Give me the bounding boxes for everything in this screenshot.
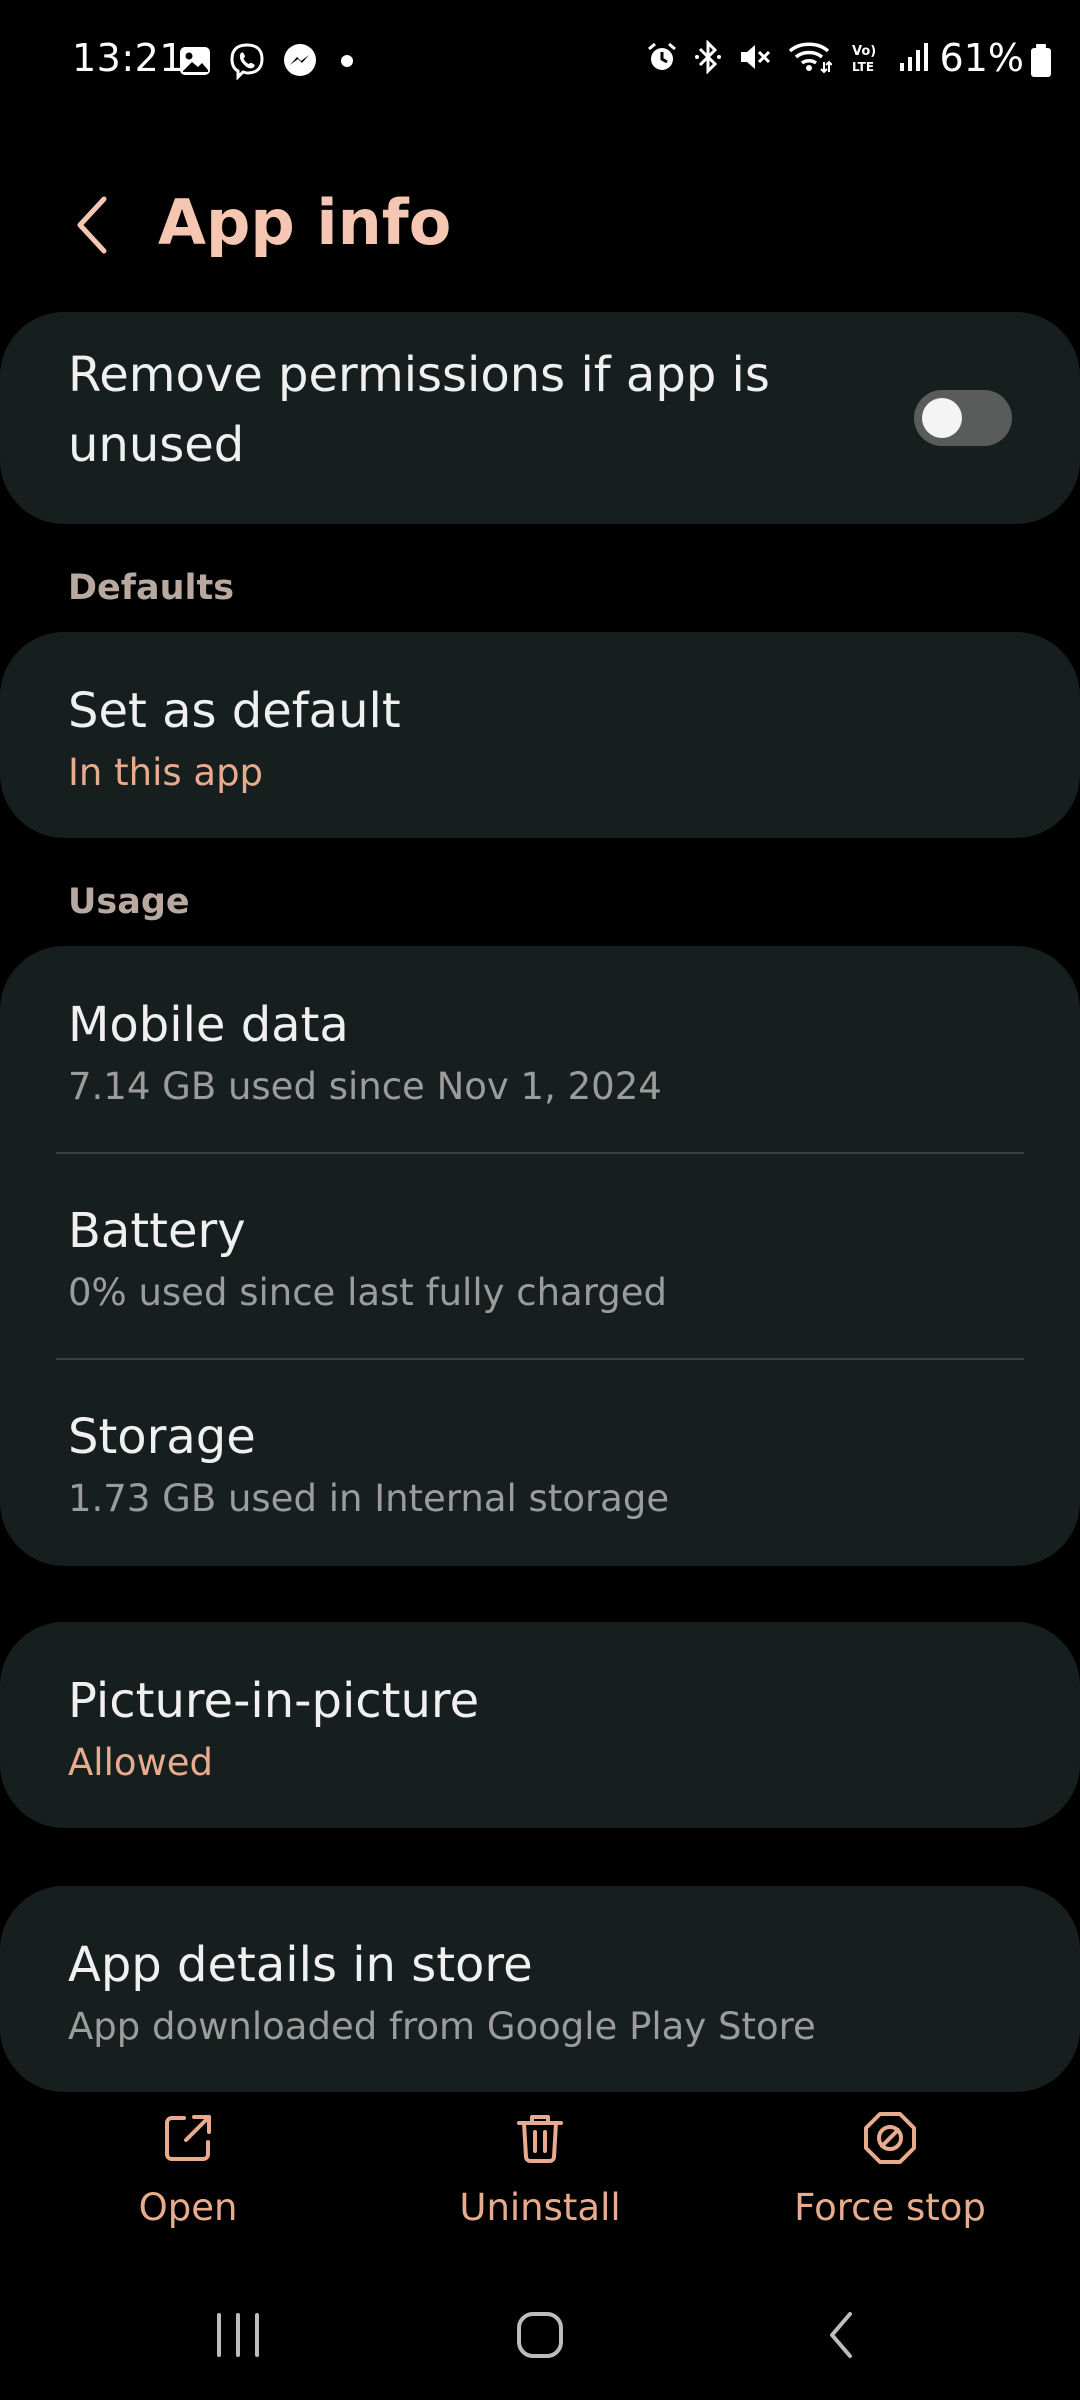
uninstall-button[interactable]: Uninstall xyxy=(410,2110,670,2229)
recent-apps-icon xyxy=(217,2313,259,2357)
picture-in-picture-card[interactable]: Picture-in-picture Allowed xyxy=(0,1622,1080,1828)
usage-item-subtitle: 1.73 GB used in Internal storage xyxy=(68,1477,670,1520)
usage-item-battery[interactable]: Battery 0% used since last fully charged xyxy=(68,1196,1012,1320)
store-title: App details in store xyxy=(68,1937,533,1993)
back-button[interactable] xyxy=(64,190,120,260)
remove-permissions-label: Remove permissions if app is unused xyxy=(68,347,770,473)
recent-apps-button[interactable] xyxy=(178,2300,298,2370)
usage-item-storage[interactable]: Storage 1.73 GB used in Internal storage xyxy=(68,1402,1012,1526)
usage-card: Mobile data 7.14 GB used since Nov 1, 20… xyxy=(0,946,1080,1566)
usage-item-title: Mobile data xyxy=(68,997,349,1053)
usage-item-mobile-data[interactable]: Mobile data 7.14 GB used since Nov 1, 20… xyxy=(68,990,1012,1114)
alarm-icon xyxy=(646,41,678,77)
usage-item-title: Storage xyxy=(68,1409,256,1465)
app-details-store-card[interactable]: App details in store App downloaded from… xyxy=(0,1886,1080,2092)
force-stop-label: Force stop xyxy=(794,2186,986,2229)
open-label: Open xyxy=(138,2186,238,2229)
dot-icon xyxy=(334,48,360,74)
force-stop-button[interactable]: Force stop xyxy=(760,2110,1020,2229)
viber-icon xyxy=(228,42,266,80)
page-title: App info xyxy=(158,186,452,259)
svg-text:LTE: LTE xyxy=(852,60,874,74)
divider xyxy=(56,1358,1024,1360)
remove-permissions-toggle[interactable] xyxy=(914,390,1012,446)
store-text: App details in store App downloaded from… xyxy=(68,1930,1012,2054)
status-bar: 13:21 Vo) LTE 61% xyxy=(0,0,1080,120)
messenger-icon xyxy=(282,43,318,79)
uninstall-label: Uninstall xyxy=(459,2186,621,2229)
wifi-icon xyxy=(788,40,833,78)
pip-title: Picture-in-picture xyxy=(68,1673,480,1729)
set-as-default-subtitle: In this app xyxy=(68,751,264,794)
section-header-defaults: Defaults xyxy=(68,568,235,608)
svg-text:Vo): Vo) xyxy=(852,44,876,59)
section-header-usage: Usage xyxy=(68,882,190,922)
system-icons: Vo) LTE xyxy=(646,39,930,78)
open-button[interactable]: Open xyxy=(58,2110,318,2229)
usage-item-subtitle: 0% used since last fully charged xyxy=(68,1271,668,1314)
gallery-icon xyxy=(178,44,212,78)
battery-icon xyxy=(1030,44,1052,82)
nav-back-button[interactable] xyxy=(782,2300,902,2370)
store-subtitle: App downloaded from Google Play Store xyxy=(68,2005,816,2048)
mute-icon xyxy=(738,40,772,78)
set-as-default-title: Set as default xyxy=(68,683,401,739)
home-icon xyxy=(517,2312,563,2358)
app-info-screen: 13:21 Vo) LTE 61% App info Remove permis… xyxy=(0,0,1080,2400)
divider xyxy=(56,1152,1024,1154)
home-button[interactable] xyxy=(480,2300,600,2370)
chevron-left-icon xyxy=(77,196,107,254)
battery-percent: 61% xyxy=(939,36,1024,80)
pip-text: Picture-in-picture Allowed xyxy=(68,1666,1012,1790)
remove-permissions-card[interactable]: Remove permissions if app is unused xyxy=(0,312,1080,524)
volte-icon: Vo) LTE xyxy=(848,40,882,78)
set-as-default-text: Set as default In this app xyxy=(68,676,1012,800)
bluetooth-icon xyxy=(694,39,722,78)
notification-icons xyxy=(178,42,360,80)
status-time: 13:21 xyxy=(72,36,185,80)
back-icon xyxy=(830,2312,852,2358)
force-stop-icon xyxy=(864,2112,916,2164)
usage-item-subtitle: 7.14 GB used since Nov 1, 2024 xyxy=(68,1065,662,1108)
usage-item-title: Battery xyxy=(68,1203,246,1259)
pip-subtitle: Allowed xyxy=(68,1741,214,1784)
toggle-knob xyxy=(922,398,962,438)
open-external-icon xyxy=(165,2115,211,2161)
signal-icon xyxy=(898,41,930,77)
trash-icon xyxy=(517,2115,563,2163)
set-as-default-card[interactable]: Set as default In this app xyxy=(0,632,1080,838)
